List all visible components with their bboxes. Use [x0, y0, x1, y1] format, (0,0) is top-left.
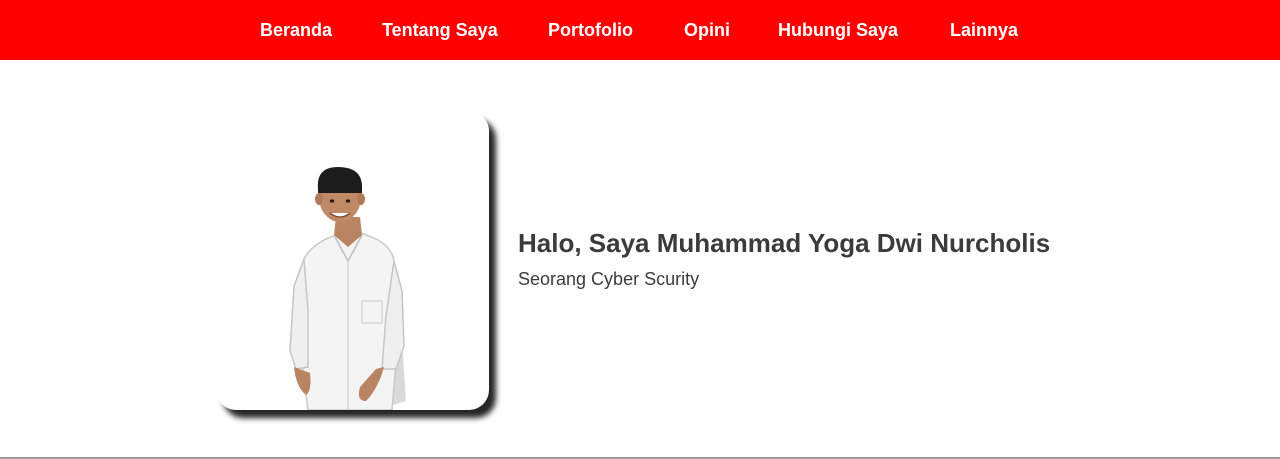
nav-item-lainnya[interactable]: Lainnya: [950, 19, 1018, 41]
profile-photo: [289, 167, 406, 410]
profile-photo-card: [216, 111, 489, 410]
hero-subtitle: Seorang Cyber Scurity: [518, 269, 700, 289]
nav-item-opini[interactable]: Opini: [684, 19, 730, 41]
nav-item-hubungi-saya[interactable]: Hubungi Saya: [778, 19, 898, 41]
nav-item-beranda[interactable]: Beranda: [260, 19, 332, 41]
nav-item-tentang-saya[interactable]: Tentang Saya: [382, 19, 498, 41]
hero-title: Halo, Saya Muhammad Yoga Dwi Nurcholis: [518, 228, 1051, 258]
page: Beranda Tentang Saya Portofolio Opini Hu…: [0, 0, 1280, 459]
nav-item-portofolio[interactable]: Portofolio: [548, 19, 633, 41]
top-navbar: Beranda Tentang Saya Portofolio Opini Hu…: [0, 0, 1280, 60]
